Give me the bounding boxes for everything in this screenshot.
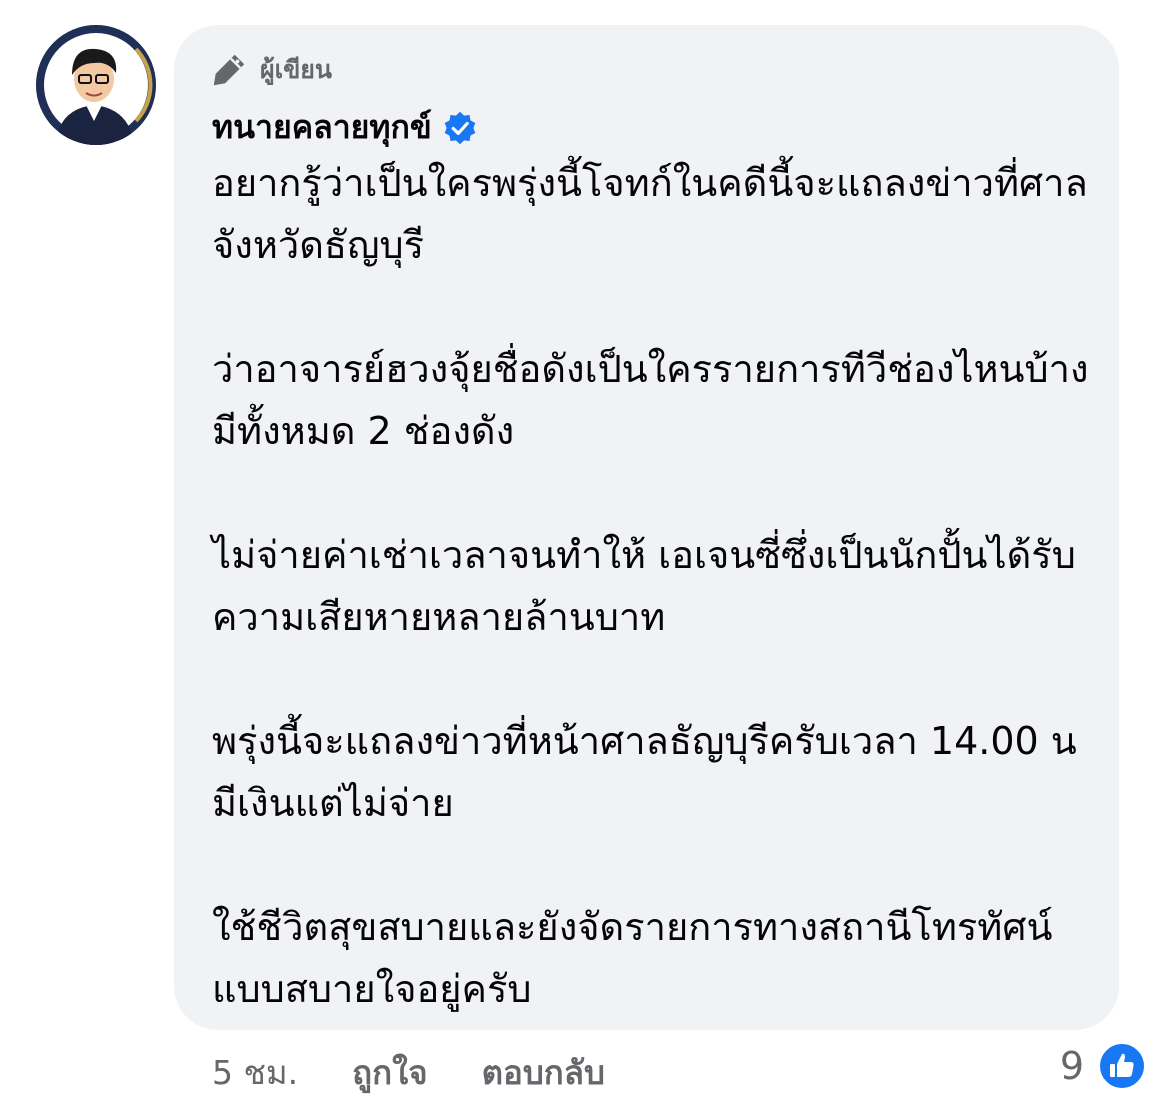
- like-reaction-icon: [1098, 1042, 1146, 1090]
- comment-text: อยากรู้ว่าเป็นใครพรุ่งนี้โจทก์ในคดีนี้จะ…: [212, 152, 1092, 1020]
- author-avatar[interactable]: [36, 25, 156, 145]
- author-row: ทนายคลายทุกข์: [212, 102, 478, 153]
- badge-label: ผู้เขียน: [260, 55, 333, 84]
- comment-paragraph: ใช้ชีวิตสุขสบายและยังจัดรายการทางสถานีโท…: [212, 905, 1053, 1011]
- comment-paragraph: ไม่จ่ายค่าเช่าเวลาจนทำให้ เอเจนซี่ซึ่งเป…: [212, 533, 1076, 639]
- author-name[interactable]: ทนายคลายทุกข์: [212, 102, 432, 153]
- comment-paragraph: อยากรู้ว่าเป็นใครพรุ่งนี้โจทก์ในคดีนี้จะ…: [212, 161, 1088, 267]
- reaction-count: 9: [1059, 1044, 1084, 1088]
- avatar-image: [36, 25, 156, 145]
- verified-badge-icon: [444, 111, 476, 144]
- reactions-summary[interactable]: 9: [1060, 1042, 1146, 1090]
- like-button[interactable]: ถูกใจ: [352, 1046, 427, 1099]
- pen-icon: [213, 54, 245, 86]
- comment-timestamp[interactable]: 5 ชม.: [212, 1046, 298, 1099]
- author-badge: ผู้เขียน: [210, 50, 332, 90]
- comment-paragraph: ว่าอาจารย์ฮวงจุ้ยชื่อดังเป็นใครรายการทีว…: [212, 347, 1089, 453]
- comment-paragraph: พรุ่งนี้จะแถลงข่าวที่หน้าศาลธัญบุรีครับเ…: [212, 719, 1077, 825]
- comment-actions: 5 ชม. ถูกใจ ตอบกลับ: [212, 1046, 605, 1099]
- reply-button[interactable]: ตอบกลับ: [482, 1046, 605, 1099]
